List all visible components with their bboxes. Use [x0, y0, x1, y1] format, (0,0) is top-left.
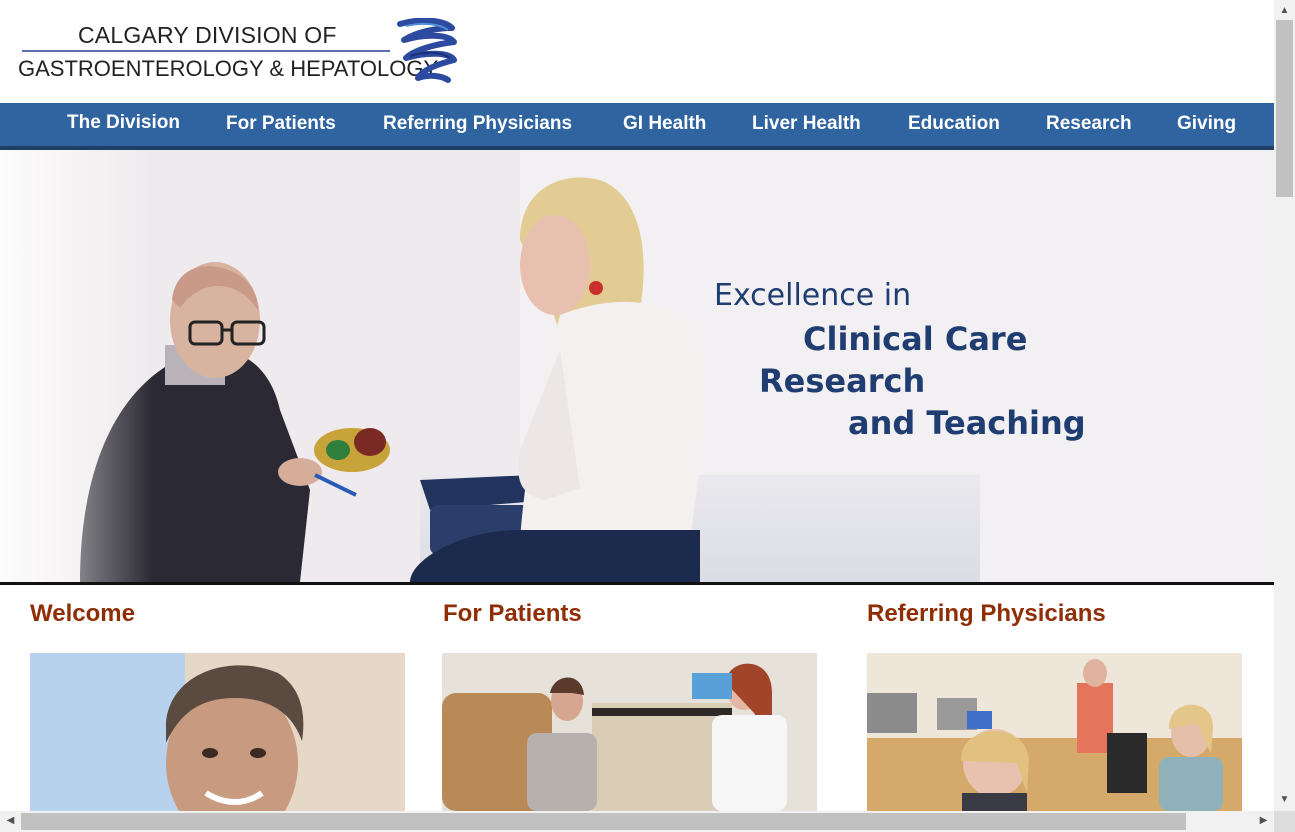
nav-item-education[interactable]: Education: [908, 113, 1000, 135]
hero-photo: [0, 150, 1274, 582]
hero-tagline-1: Excellence in: [714, 278, 912, 313]
hero-tagline-2: Clinical Care: [803, 320, 1028, 358]
scroll-left-icon[interactable]: ◀: [0, 816, 21, 826]
main-navigation: The Division For Patients Referring Phys…: [0, 103, 1274, 150]
nav-item-referring-physicians[interactable]: Referring Physicians: [383, 113, 572, 135]
scroll-right-icon[interactable]: ▶: [1253, 816, 1274, 826]
welcome-heading[interactable]: Welcome: [30, 600, 135, 628]
nav-item-liver-health[interactable]: Liver Health: [752, 113, 861, 135]
page-viewport: CALGARY DIVISION OF GASTROENTEROLOGY & H…: [0, 0, 1274, 811]
welcome-photo[interactable]: [30, 653, 405, 811]
referring-physicians-photo[interactable]: [867, 653, 1242, 811]
division-logo[interactable]: CALGARY DIVISION OF GASTROENTEROLOGY & H…: [18, 18, 458, 84]
nav-item-gi-health[interactable]: GI Health: [623, 113, 706, 135]
logo-line-1: CALGARY DIVISION OF: [78, 22, 337, 48]
logo-line-2: GASTROENTEROLOGY & HEPATOLOGY: [18, 56, 439, 81]
hero-banner: Excellence in Clinical Care Research and…: [0, 150, 1274, 582]
site-header: CALGARY DIVISION OF GASTROENTEROLOGY & H…: [0, 0, 1274, 103]
referring-physicians-heading[interactable]: Referring Physicians: [867, 600, 1106, 628]
nav-item-research[interactable]: Research: [1046, 113, 1132, 135]
hero-tagline-3: Research: [759, 362, 926, 400]
scroll-up-icon[interactable]: ▲: [1274, 6, 1295, 16]
for-patients-heading[interactable]: For Patients: [443, 600, 582, 628]
hero-divider: [0, 582, 1274, 585]
logo-rule: [22, 50, 390, 52]
vertical-scroll-thumb[interactable]: [1276, 20, 1293, 197]
scroll-down-icon[interactable]: ▼: [1274, 795, 1295, 805]
nav-item-the-division[interactable]: The Division: [67, 112, 180, 134]
nav-item-for-patients[interactable]: For Patients: [226, 113, 336, 135]
for-patients-photo[interactable]: [442, 653, 817, 811]
swirl-logo-icon: [397, 18, 457, 83]
horizontal-scroll-thumb[interactable]: [21, 813, 1186, 830]
scrollbar-corner: [1274, 811, 1295, 832]
nav-item-giving[interactable]: Giving: [1177, 113, 1236, 135]
hero-tagline-4: and Teaching: [848, 404, 1086, 442]
